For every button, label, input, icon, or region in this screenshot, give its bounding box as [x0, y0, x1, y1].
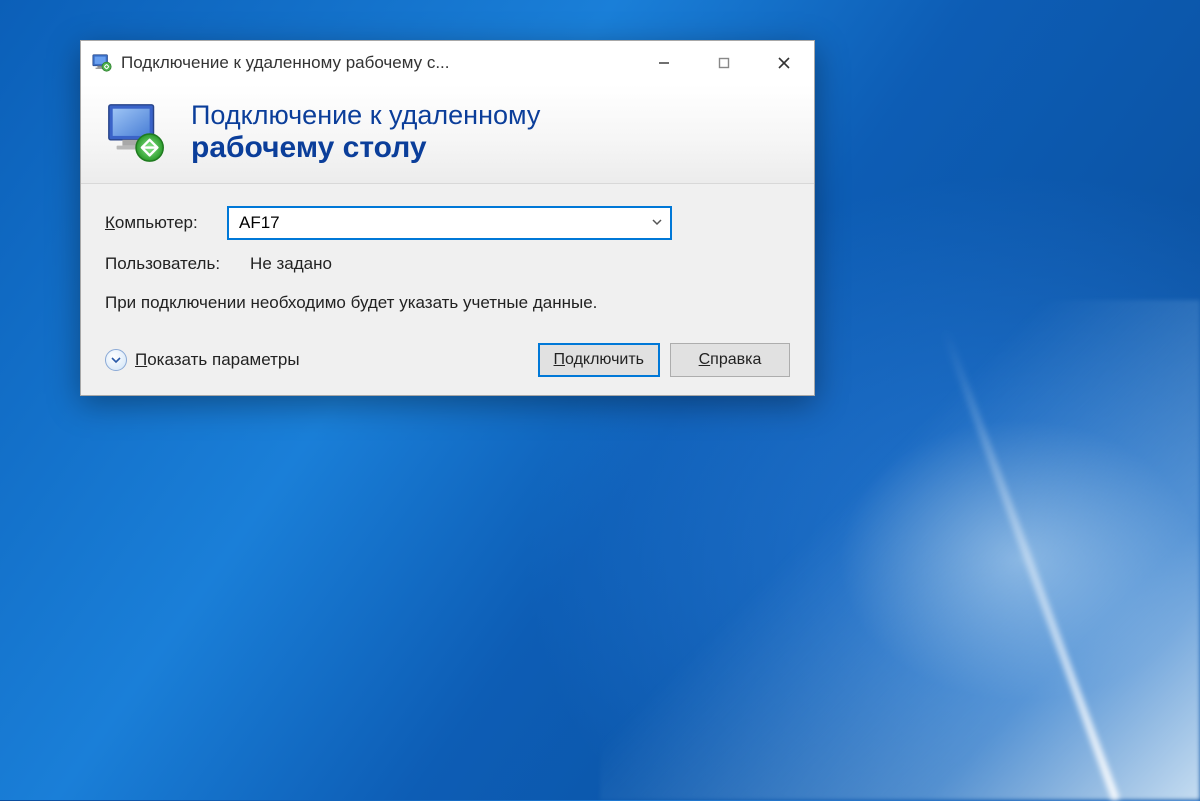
maximize-button[interactable] [694, 41, 754, 85]
rdp-dialog-window: Подключение к удаленному рабочему с... [80, 40, 815, 396]
user-row: Пользователь: Не задано [105, 254, 790, 274]
rdp-app-icon [91, 52, 113, 74]
minimize-button[interactable] [634, 41, 694, 85]
show-options-label: Показать параметры [135, 350, 300, 370]
close-button[interactable] [754, 41, 814, 85]
banner-title-line1: Подключение к удаленному [191, 100, 540, 131]
expand-down-icon [105, 349, 127, 371]
computer-label: Компьютер: [105, 213, 213, 233]
show-options-toggle[interactable]: Показать параметры [105, 349, 528, 371]
chevron-down-icon[interactable] [644, 216, 670, 231]
dialog-footer: Показать параметры Подключить Справка [105, 343, 790, 377]
computer-combobox[interactable] [227, 206, 672, 240]
connect-button[interactable]: Подключить [538, 343, 660, 377]
dialog-body: Компьютер: Пользователь: Не задано При п… [81, 184, 814, 395]
window-title: Подключение к удаленному рабочему с... [121, 53, 634, 73]
window-controls [634, 41, 814, 85]
user-label: Пользователь: [105, 254, 220, 274]
banner-title: Подключение к удаленному рабочему столу [191, 100, 540, 166]
user-value: Не задано [250, 254, 332, 274]
help-button[interactable]: Справка [670, 343, 790, 377]
rdp-large-icon [103, 99, 171, 167]
credentials-hint: При подключении необходимо будет указать… [105, 292, 665, 315]
titlebar[interactable]: Подключение к удаленному рабочему с... [81, 41, 814, 85]
dialog-banner: Подключение к удаленному рабочему столу [81, 85, 814, 184]
computer-input[interactable] [229, 213, 644, 233]
computer-row: Компьютер: [105, 206, 790, 240]
banner-title-line2: рабочему столу [191, 131, 540, 166]
